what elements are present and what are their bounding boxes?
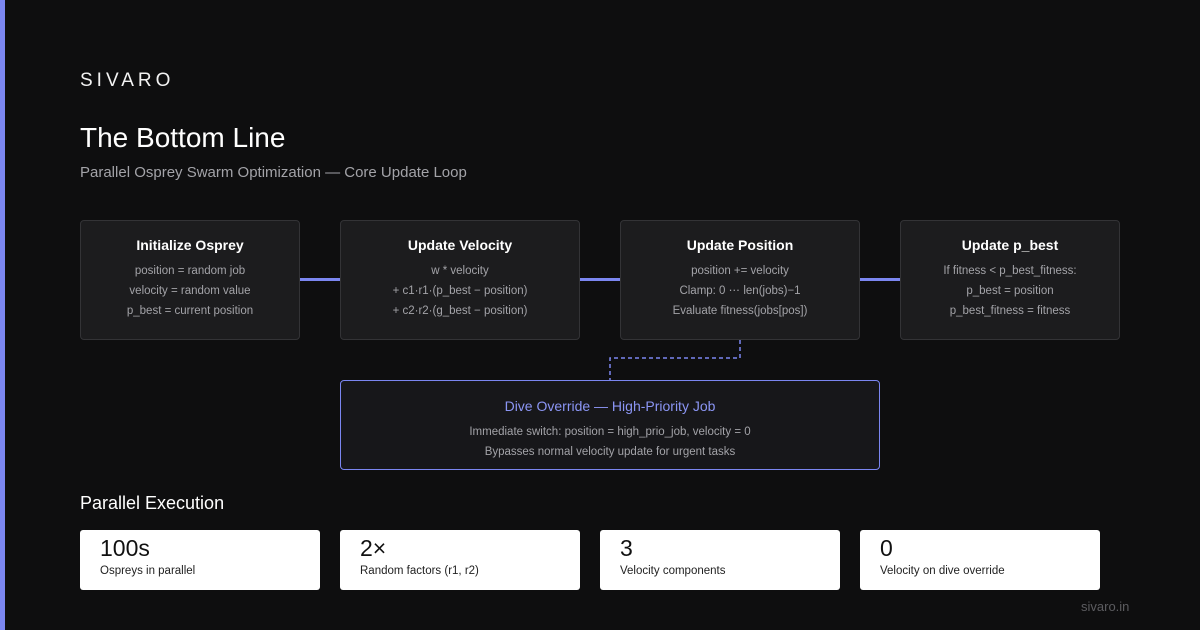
step-line: Evaluate fitness(jobs[pos]) bbox=[672, 305, 808, 317]
connector-2-3 bbox=[580, 278, 620, 281]
step-line: p_best_fitness = fitness bbox=[949, 305, 1071, 317]
step-line: + c1·r1·(p_best − position) bbox=[392, 285, 528, 297]
stat-card: 3 Velocity components bbox=[600, 530, 840, 590]
stat-value: 0 bbox=[880, 535, 893, 561]
step-line: position = random job bbox=[134, 265, 246, 277]
footer-url: sivaro.in bbox=[1081, 599, 1130, 614]
stat-card: 2× Random factors (r1, r2) bbox=[340, 530, 580, 590]
stat-label: Velocity on dive override bbox=[880, 565, 1005, 577]
step-line: w * velocity bbox=[431, 265, 489, 277]
step-initialize-osprey: Initialize Osprey position = random job … bbox=[80, 220, 300, 340]
step-line: + c2·r2·(g_best − position) bbox=[392, 305, 528, 317]
step-line: position += velocity bbox=[691, 265, 789, 277]
stat-label: Velocity components bbox=[620, 565, 726, 577]
page-title: The Bottom Line bbox=[80, 122, 286, 153]
step-update-p-best: Update p_best If fitness < p_best_fitnes… bbox=[900, 220, 1120, 340]
step-line: p_best = position bbox=[966, 285, 1054, 297]
step-line: Clamp: 0 ⋯ len(jobs)−1 bbox=[679, 285, 801, 297]
section-title: Parallel Execution bbox=[80, 493, 225, 513]
stat-card: 100s Ospreys in parallel bbox=[80, 530, 320, 590]
step-title: Update Velocity bbox=[407, 237, 513, 253]
step-update-velocity: Update Velocity w * velocity + c1·r1·(p_… bbox=[340, 220, 580, 340]
connector-3-4 bbox=[860, 278, 900, 281]
connector-1-2 bbox=[300, 278, 340, 281]
step-title: Initialize Osprey bbox=[136, 237, 244, 253]
step-line: If fitness < p_best_fitness: bbox=[943, 265, 1077, 277]
stat-value: 100s bbox=[100, 535, 150, 561]
dive-title: Dive Override — High-Priority Job bbox=[504, 398, 716, 414]
accent-bar bbox=[0, 0, 5, 630]
page-subtitle: Parallel Osprey Swarm Optimization — Cor… bbox=[80, 164, 467, 181]
dive-line: Immediate switch: position = high_prio_j… bbox=[469, 426, 751, 438]
stat-value: 2× bbox=[360, 535, 387, 561]
stat-label: Random factors (r1, r2) bbox=[360, 565, 479, 577]
stat-card: 0 Velocity on dive override bbox=[860, 530, 1100, 590]
step-title: Update p_best bbox=[961, 237, 1059, 253]
brand-logo: SIVARO bbox=[80, 70, 175, 91]
stat-value: 3 bbox=[620, 535, 633, 561]
dive-line: Bypasses normal velocity update for urge… bbox=[484, 446, 736, 458]
step-line: velocity = random value bbox=[129, 285, 251, 297]
stat-label: Ospreys in parallel bbox=[100, 565, 196, 577]
step-update-position: Update Position position += velocity Cla… bbox=[620, 220, 860, 340]
dive-override-box: Dive Override — High-Priority Job Immedi… bbox=[340, 380, 880, 470]
step-title: Update Position bbox=[686, 237, 794, 253]
step-line: p_best = current position bbox=[126, 305, 254, 317]
